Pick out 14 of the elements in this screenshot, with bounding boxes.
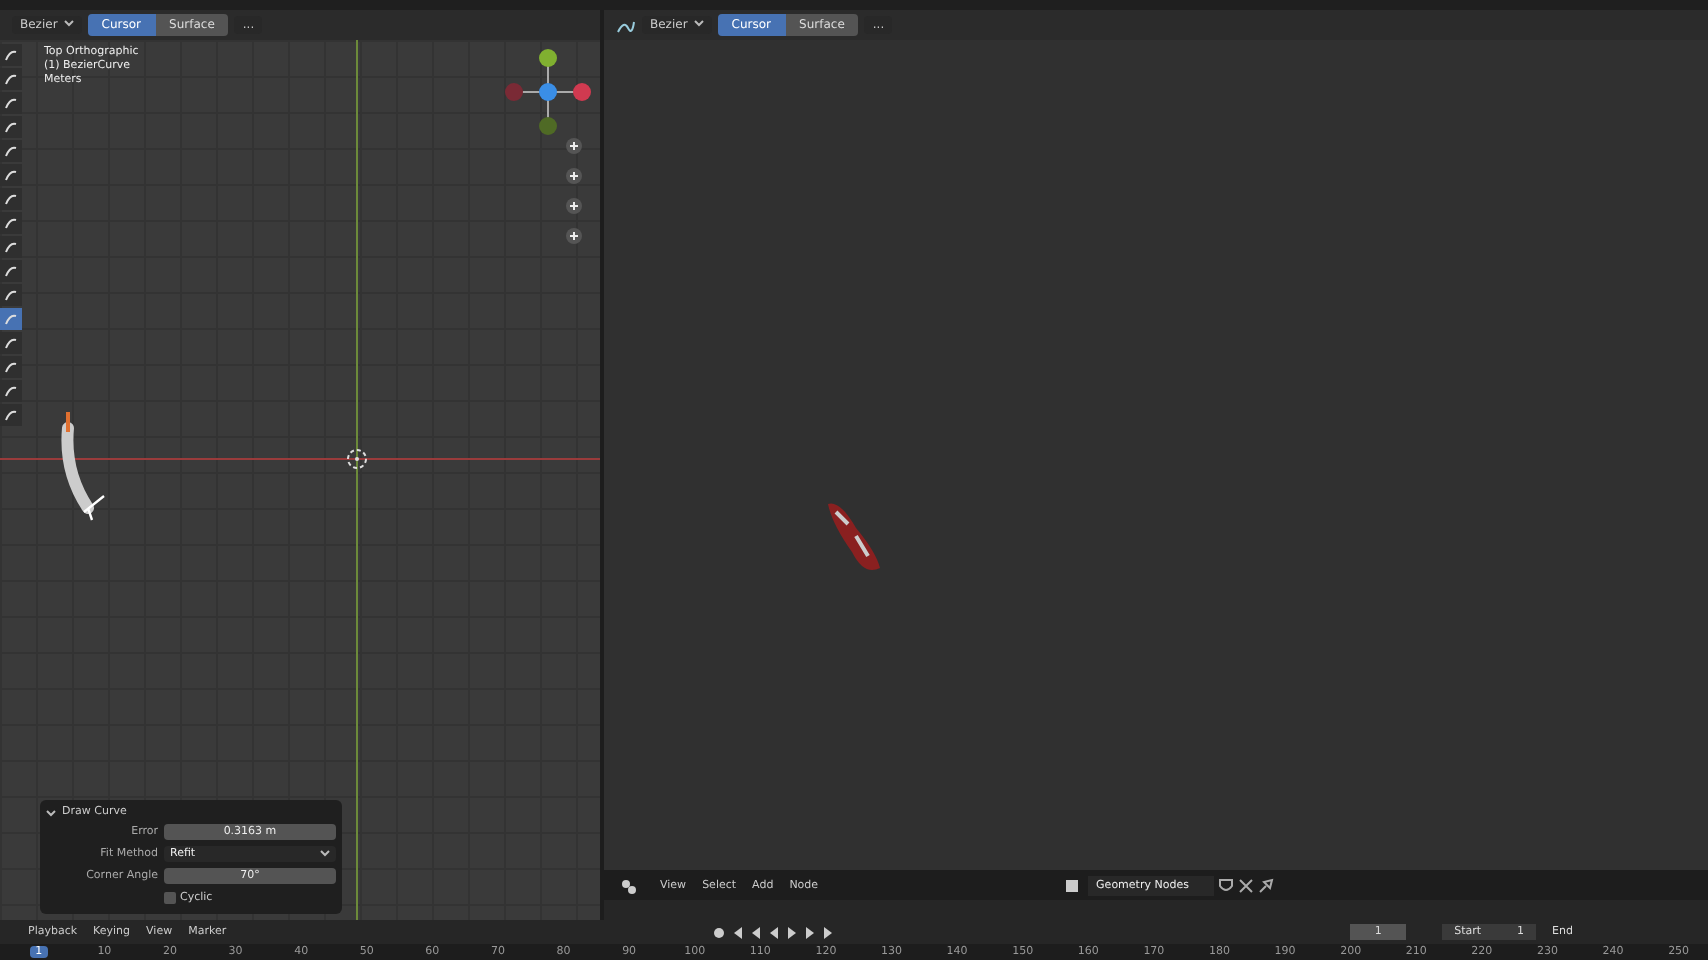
caret-icon — [693, 18, 704, 28]
close-icon[interactable] — [1238, 877, 1255, 893]
shield-icon[interactable] — [1218, 877, 1235, 893]
axis-gizmo-drawing — [504, 48, 592, 136]
record-icon[interactable] — [712, 925, 727, 939]
caret-icon — [320, 848, 330, 858]
checkbox[interactable] — [164, 891, 176, 903]
caret-icon — [63, 18, 74, 28]
chevron-icon[interactable] — [46, 807, 56, 817]
play-reverse-icon[interactable] — [768, 925, 781, 939]
curve-pen-icon[interactable] — [616, 17, 636, 33]
play-icon[interactable] — [786, 925, 799, 939]
curve-pen-icon[interactable] — [0, 308, 22, 330]
3d-cursor-icon — [344, 446, 370, 472]
